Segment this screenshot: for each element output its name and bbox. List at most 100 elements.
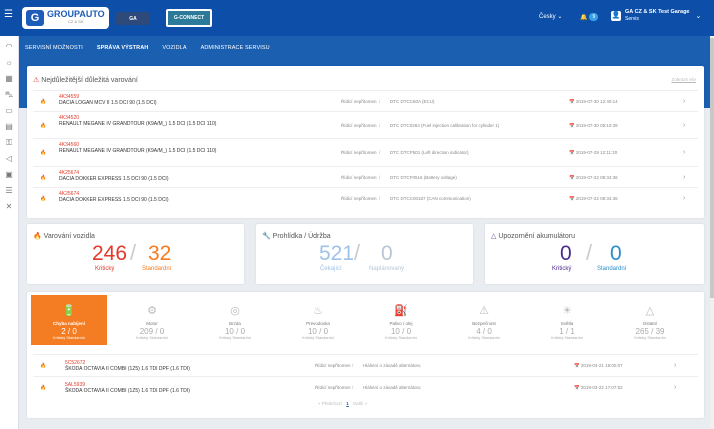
notification-button[interactable]: 🔔 9 xyxy=(580,11,599,23)
gconnect-logo[interactable]: G-CONNECT xyxy=(166,9,212,27)
scrollbar-thumb[interactable] xyxy=(710,38,714,298)
tab-vehicles[interactable]: VOZIDLA xyxy=(162,45,186,51)
category-name: Chyba nabíjení xyxy=(52,321,85,326)
show-all-link[interactable]: Zobrazit vše xyxy=(671,77,696,82)
category-tab[interactable]: △ Ostatní 265 / 39 Kritický Standardní xyxy=(612,295,688,345)
notification-count: 9 xyxy=(589,13,599,21)
key-icon[interactable]: ⚿ xyxy=(4,138,14,148)
sub-navigation: SERVISNÍ MOŽNOSTI SPRÁVA VÝSTRAH VOZIDLA… xyxy=(19,36,714,60)
alert-category: Řídicí nepřítomen xyxy=(341,150,377,155)
stat-vehicle-warnings[interactable]: 🔥 Varování vozidla 246 / 32 Kritický Sta… xyxy=(27,224,244,284)
stat-inspection[interactable]: 🔧 Prohlídka / Údržba 521 / 0 Čekající Na… xyxy=(256,224,473,284)
stat-battery[interactable]: △ Upozornění akumulátoru 0 / 0 Kritický … xyxy=(485,224,704,284)
category-alert-row[interactable]: 🔥 5C52672 ŠKODA OCTAVIA II COMBI (1Z5) 1.6… xyxy=(33,354,698,376)
tab-service-admin[interactable]: ADMINISTRACE SERVISU xyxy=(201,45,270,51)
tab-service-options[interactable]: SERVISNÍ MOŽNOSTI xyxy=(25,45,83,51)
chevron-right-icon[interactable]: › xyxy=(674,384,676,391)
chevron-right-icon[interactable]: › xyxy=(683,195,685,202)
category-tab[interactable]: ⚠ Bezpečnost 4 / 0 Kritický Standardní xyxy=(446,295,522,345)
separator: / xyxy=(379,98,381,104)
megaphone-icon[interactable]: ◁ xyxy=(4,154,14,164)
cart-icon[interactable]: ▣ xyxy=(4,170,14,180)
calendar-icon[interactable]: ▦ xyxy=(4,74,14,84)
user-menu[interactable]: 👤 GA CZ & SK Test Garage Servis ⌄ xyxy=(611,9,701,23)
vehicle-name: DACIA DOKKER EXPRESS 1.5 DCI 90 (1.5 DCI… xyxy=(59,197,169,203)
category-tab[interactable]: ♨ Prevodovka 10 / 0 Kritický Standardní xyxy=(280,295,356,345)
chevron-right-icon[interactable]: › xyxy=(683,122,685,129)
alert-description: Hlášení o závadě alternátoru xyxy=(363,363,421,368)
category-sublabels: Kritický Standardní xyxy=(219,336,251,340)
chevron-right-icon[interactable]: › xyxy=(674,362,676,369)
category-icon: ☀ xyxy=(562,305,572,317)
language-select[interactable]: Česky ⌄ xyxy=(539,13,562,20)
category-counts: 4 / 0 xyxy=(476,327,492,336)
fire-icon: 🔥 xyxy=(40,195,47,202)
stat-title: △ Upozornění akumulátoru xyxy=(491,233,575,240)
category-name: Světla xyxy=(560,321,574,326)
separator: / xyxy=(379,122,381,128)
chevron-right-icon[interactable]: › xyxy=(683,149,685,156)
card-title: ⚠ Nejdůležitější důležitá varování xyxy=(33,77,138,84)
fire-icon: 🔥 xyxy=(40,98,47,105)
next-page[interactable]: Další » xyxy=(353,401,367,406)
pending-label: Čekající xyxy=(320,266,342,272)
prev-page[interactable]: « Předchozí xyxy=(318,401,342,406)
warning-row[interactable]: 🔥 4K34560 RENAULT MEGANE IV GRANDTOUR (K9A… xyxy=(33,138,698,166)
warning-row[interactable]: 🔥 4K25674 DACIA DOKKER EXPRESS 1.5 DCI 90 … xyxy=(33,166,698,187)
category-tab[interactable]: ☀ Světla 1 / 1 Kritický Standardní xyxy=(529,295,605,345)
alert-category: Řídicí nepřítomen xyxy=(341,98,377,104)
top-bar: ☰ G GROUPAUTO CZ & SK GA G-CONNECT Česky … xyxy=(0,0,714,36)
category-tab[interactable]: 🔋 Chyba nabíjení 2 / 0 Kritický Standardní xyxy=(31,295,107,345)
category-icon: ♨ xyxy=(313,305,323,317)
alert-date: 📅 2019-07-22 08:34:36 xyxy=(569,174,618,180)
bulb-icon[interactable]: ▤ xyxy=(4,122,14,132)
critical-count: 0 xyxy=(560,242,572,265)
chevron-down-icon: ⌄ xyxy=(695,13,702,20)
ga-logo-mark: G xyxy=(26,10,44,26)
category-tab[interactable]: ◎ Brzda 10 / 0 Kritický Standardní xyxy=(197,295,273,345)
standard-count: 32 xyxy=(148,242,172,265)
category-counts: 10 / 0 xyxy=(390,327,412,336)
logo-text: GROUPAUTO CZ & SK xyxy=(47,9,105,25)
alert-date: 📅 2019-07-29 12:11:20 xyxy=(569,150,618,155)
warning-row[interactable]: 🔥 4K34559 DACIA LOGAN MCV II 1.5 DCI 90 (1… xyxy=(33,90,698,111)
category-counts: 1 / 1 xyxy=(559,327,575,336)
chevron-right-icon[interactable]: › xyxy=(683,174,685,181)
category-alert-row[interactable]: 🔥 5AL5939 ŠKODA OCTAVIA II COMBI (1Z5) 1.6… xyxy=(33,376,698,398)
category-icon: 🔋 xyxy=(62,305,76,317)
fire-icon: 🔥 xyxy=(40,363,47,369)
warning-row[interactable]: 🔥 4K25674 DACIA DOKKER EXPRESS 1.5 DCI 90 … xyxy=(33,187,698,208)
car-icon[interactable]: ⛍ xyxy=(4,90,14,100)
fire-icon: 🔥 xyxy=(40,174,47,181)
chevron-right-icon[interactable]: › xyxy=(683,98,685,105)
gauge-icon[interactable]: ◠ xyxy=(4,42,14,52)
vehicle-name: ŠKODA OCTAVIA II COMBI (1Z5) 1.6 TDI DPF… xyxy=(65,388,190,394)
category-counts: 209 / 0 xyxy=(139,327,165,336)
fire-icon: 🔥 xyxy=(40,122,47,129)
sun-icon[interactable]: ☼ xyxy=(4,58,14,68)
alert-category: Řídicí nepřítomen xyxy=(315,385,351,390)
category-tab[interactable]: ⚙ Motor 209 / 0 Kritický Standardní xyxy=(114,295,190,345)
partner-logo[interactable]: GA xyxy=(116,12,150,25)
groupauto-logo[interactable]: G GROUPAUTO CZ & SK xyxy=(22,7,109,29)
scrollbar[interactable] xyxy=(710,36,714,429)
tools-icon[interactable]: ✕ xyxy=(4,202,14,212)
category-counts: 2 / 0 xyxy=(61,327,77,336)
alert-category: Řídicí nepřítomen xyxy=(341,195,377,201)
category-sublabels: Kritický Standardní xyxy=(302,336,334,340)
alert-date: 📅 2019-07-30 12:40:14 xyxy=(569,98,618,104)
category-name: Motor xyxy=(146,321,158,326)
battery-icon[interactable]: ▭ xyxy=(4,106,14,116)
stat-title: 🔧 Prohlídka / Údržba xyxy=(262,233,331,240)
category-tab[interactable]: ⛽ Palivo / olej 10 / 0 Kritický Standardní xyxy=(363,295,439,345)
page-number[interactable]: 1 xyxy=(346,401,349,406)
menu-icon[interactable]: ☰ xyxy=(4,10,13,20)
alert-category: Řídicí nepřítomen xyxy=(341,122,377,128)
tab-alert-management[interactable]: SPRÁVA VÝSTRAH xyxy=(97,45,149,51)
warning-row[interactable]: 🔥 4K34520 RENAULT MEGANE IV GRANDTOUR (K9A… xyxy=(33,111,698,138)
stat-title: 🔥 Varování vozidla xyxy=(33,233,95,240)
planned-label: Naplánovaný xyxy=(369,266,405,272)
dtc-code: DTC DTCC60A (ECU) xyxy=(390,98,435,104)
warning-icon: ⚠ xyxy=(33,77,40,84)
list-icon[interactable]: ☰ xyxy=(4,186,14,196)
